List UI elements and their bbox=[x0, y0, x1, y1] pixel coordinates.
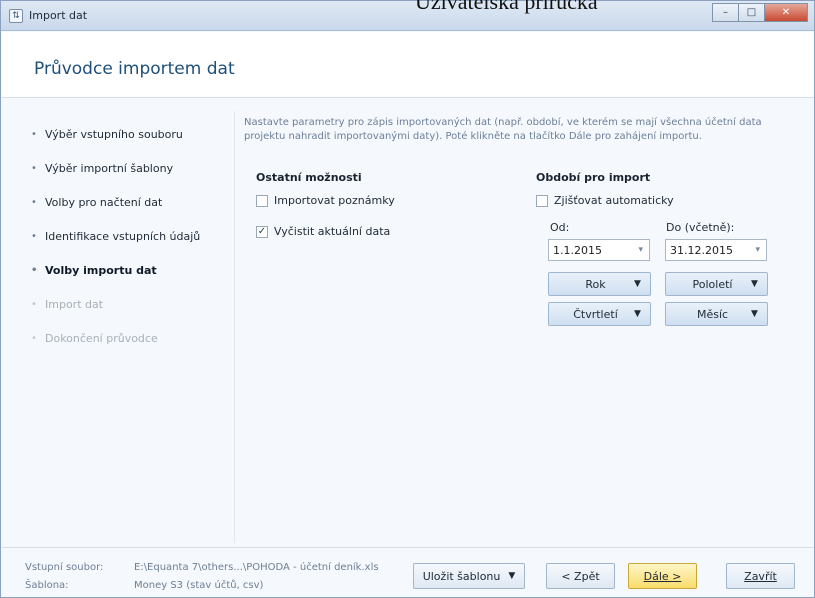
step-label: Volby pro načtení dat bbox=[45, 195, 163, 209]
step-bullet-icon: • bbox=[31, 298, 37, 310]
dropdown-arrow-icon: ▾ bbox=[755, 245, 760, 255]
import-notes-label: Importovat poznámky bbox=[274, 194, 395, 207]
quarter-button[interactable]: Čtvrtletí ▼ bbox=[548, 302, 651, 326]
step-bullet-icon: • bbox=[31, 196, 37, 208]
step-label: Volby importu dat bbox=[45, 263, 157, 277]
auto-detect-label: Zjišťovat automaticky bbox=[554, 194, 674, 207]
step-import-data: • Import dat bbox=[31, 287, 231, 321]
step-label: Výběr importní šablony bbox=[45, 161, 174, 175]
title-bar: ⇅ Import dat – □ ✕ bbox=[1, 1, 814, 31]
intro-text: Nastavte parametry pro zápis importovaný… bbox=[244, 117, 762, 142]
step-bullet-icon: • bbox=[31, 162, 37, 174]
minimize-button[interactable]: – bbox=[712, 3, 739, 22]
clear-data-label: Vyčistit aktuální data bbox=[274, 225, 391, 238]
footer-divider bbox=[2, 547, 814, 548]
step-bullet-icon: • bbox=[31, 230, 37, 242]
close-window-button[interactable]: ✕ bbox=[764, 3, 808, 22]
step-label: Import dat bbox=[45, 297, 104, 311]
step-import-options[interactable]: • Volby importu dat bbox=[31, 253, 231, 287]
half-year-button-label: Pololetí bbox=[692, 277, 733, 291]
step-load-options[interactable]: • Volby pro načtení dat bbox=[31, 185, 231, 219]
month-button[interactable]: Měsíc ▼ bbox=[665, 302, 768, 326]
save-template-button[interactable]: Uložit šablonu ▼ bbox=[413, 563, 525, 589]
step-label: Dokončení průvodce bbox=[45, 331, 158, 345]
step-label: Identifikace vstupních údajů bbox=[45, 229, 201, 243]
clear-data-checkbox[interactable]: ✓ Vyčistit aktuální data bbox=[256, 225, 390, 238]
back-button[interactable]: < Zpět bbox=[546, 563, 615, 589]
checkmark-icon: ✓ bbox=[256, 225, 268, 238]
back-button-label: < Zpět bbox=[561, 569, 600, 583]
step-select-template[interactable]: • Výběr importní šablony bbox=[31, 151, 231, 185]
from-date-value: 1.1.2015 bbox=[553, 243, 602, 257]
dropdown-arrow-icon: ▼ bbox=[634, 309, 641, 319]
other-options-heading: Ostatní možnosti bbox=[256, 171, 362, 184]
step-bullet-icon: • bbox=[31, 332, 37, 344]
checkbox-box-icon bbox=[536, 194, 548, 207]
window-title: Import dat bbox=[29, 9, 88, 22]
wizard-steps: • Výběr vstupního souboru • Výběr importní… bbox=[31, 117, 231, 355]
checkbox-box-icon bbox=[256, 194, 268, 207]
dropdown-arrow-icon: ▼ bbox=[751, 279, 758, 289]
app-icon: ⇅ bbox=[9, 9, 23, 23]
quarter-button-label: Čtvrtletí bbox=[573, 307, 618, 321]
step-bullet-icon: • bbox=[31, 128, 37, 140]
from-date-picker[interactable]: 1.1.2015 ▾ bbox=[548, 239, 650, 261]
close-button-label: Zavřít bbox=[744, 569, 777, 583]
close-button[interactable]: Zavřít bbox=[726, 563, 795, 589]
save-template-label: Uložit šablonu bbox=[422, 569, 501, 583]
to-date-value: 31.12.2015 bbox=[670, 243, 733, 257]
step-select-input-file[interactable]: • Výběr vstupního souboru bbox=[31, 117, 231, 151]
year-button[interactable]: Rok ▼ bbox=[548, 272, 651, 296]
to-date-picker[interactable]: 31.12.2015 ▾ bbox=[665, 239, 767, 261]
template-value: Money S3 (stav účtů, csv) bbox=[134, 580, 264, 591]
period-heading: Období pro import bbox=[536, 171, 651, 184]
page-title: Průvodce importem dat bbox=[34, 59, 235, 79]
from-label: Od: bbox=[550, 221, 570, 234]
steps-divider bbox=[234, 111, 235, 543]
year-button-label: Rok bbox=[585, 277, 606, 291]
maximize-button[interactable]: □ bbox=[738, 3, 765, 22]
dropdown-arrow-icon: ▼ bbox=[508, 571, 516, 581]
dropdown-arrow-icon: ▼ bbox=[634, 279, 641, 289]
next-button-label: Dále > bbox=[643, 569, 682, 583]
wizard-header: Průvodce importem dat bbox=[2, 32, 814, 98]
next-button[interactable]: Dále > bbox=[628, 563, 697, 589]
to-label: Do (včetně): bbox=[666, 221, 735, 234]
import-notes-checkbox[interactable]: Importovat poznámky bbox=[256, 194, 395, 207]
step-bullet-icon: • bbox=[31, 264, 38, 276]
step-label: Výběr vstupního souboru bbox=[45, 127, 183, 141]
input-file-label: Vstupní soubor: bbox=[25, 562, 104, 573]
auto-detect-checkbox[interactable]: Zjišťovat automaticky bbox=[536, 194, 674, 207]
half-year-button[interactable]: Pololetí ▼ bbox=[665, 272, 768, 296]
step-finish-wizard: • Dokončení průvodce bbox=[31, 321, 231, 355]
overlay-caption: Uzivatelska prirucka bbox=[415, 0, 598, 14]
step-identify-input[interactable]: • Identifikace vstupních údajů bbox=[31, 219, 231, 253]
template-label: Šablona: bbox=[25, 580, 69, 591]
dropdown-arrow-icon: ▾ bbox=[638, 245, 643, 255]
input-file-path: E:\Equanta 7\others...\POHODA - účetní d… bbox=[134, 562, 379, 573]
window-controls: – □ ✕ bbox=[712, 3, 808, 22]
import-dialog: ⇅ Import dat – □ ✕ Průvodce importem dat… bbox=[0, 0, 815, 598]
month-button-label: Měsíc bbox=[696, 307, 729, 321]
dropdown-arrow-icon: ▼ bbox=[751, 309, 758, 319]
